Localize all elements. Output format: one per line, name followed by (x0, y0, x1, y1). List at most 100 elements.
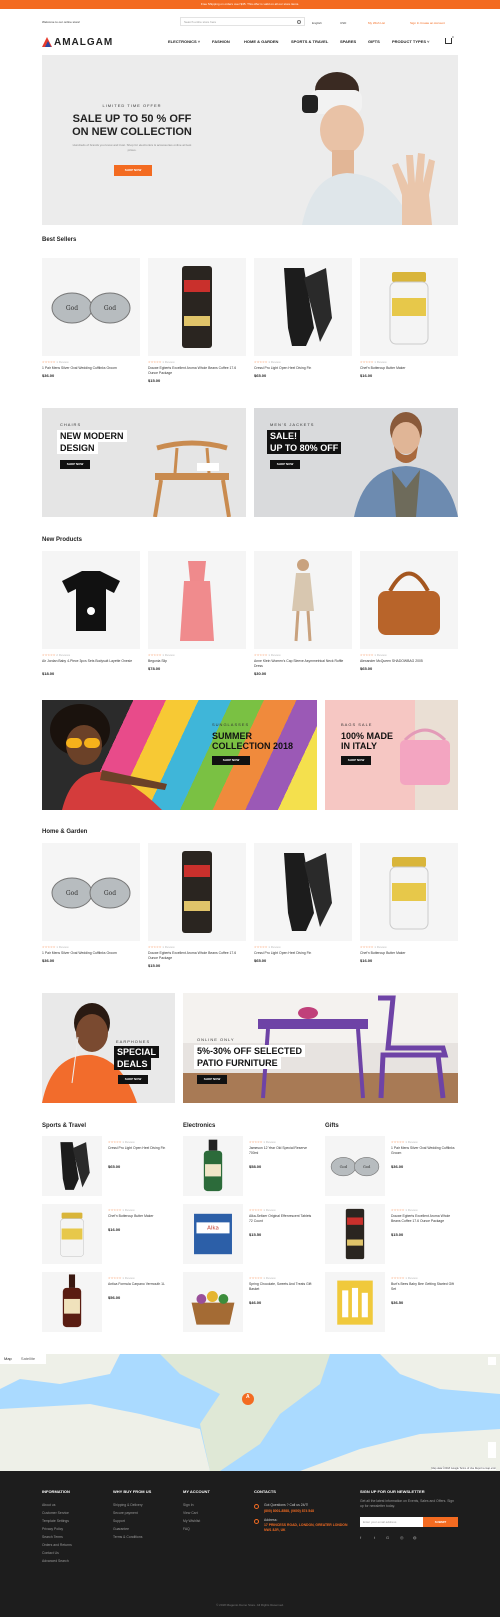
product-name[interactable]: Cressi Pro Light Open Heel Diving Fin (254, 951, 350, 956)
product-name[interactable]: Alexander McQueen SHADOWBAG 2005 (360, 659, 456, 664)
nav-home-garden[interactable]: HOME & GARDEN (244, 39, 278, 44)
newsletter-submit-button[interactable]: SUBMIT (423, 1517, 458, 1527)
banner-sunglasses[interactable]: SUNGLASSES SUMMER COLLECTION 2018 SHOP N… (42, 700, 317, 810)
column-product-item[interactable]: ☆☆☆☆☆ 1 Review Chef'n Buttercup Butter M… (42, 1204, 172, 1266)
product-name[interactable]: Anne Klein Women's Cap Sleeve Asymmetric… (254, 659, 350, 669)
banner-earphones[interactable]: EARPHONES SPECIAL DEALS SHOP NOW (42, 993, 175, 1103)
twitter-icon[interactable]: t (374, 1535, 379, 1540)
column-product-item[interactable]: God God ☆☆☆☆☆ 1 Review 1 Pair Mens Silver… (325, 1136, 455, 1198)
review-count[interactable]: 1 Review (122, 1276, 134, 1280)
dribbble-icon[interactable]: ◍ (413, 1535, 418, 1540)
review-count[interactable]: 1 Review (374, 360, 386, 364)
banner-jackets[interactable]: MEN'S JACKETS SALE! UP TO 80% OFF SHOP N… (254, 408, 458, 517)
product-image[interactable] (42, 1136, 102, 1196)
product-image[interactable] (148, 551, 246, 649)
product-image[interactable]: God God (42, 258, 140, 356)
review-count[interactable]: 1 Review (122, 1208, 134, 1212)
google-plus-icon[interactable]: G (386, 1535, 391, 1540)
hero-banner[interactable]: LIMITED TIME OFFER SALE UP TO 50 % OFF ON… (42, 55, 458, 225)
product-image[interactable] (360, 551, 458, 649)
review-count[interactable]: 1 Review (374, 945, 386, 949)
map-marker-label[interactable]: A (246, 1394, 250, 1400)
map-tab-map[interactable]: Map (4, 1356, 12, 1361)
language-select[interactable]: English (312, 21, 322, 25)
banner-chairs[interactable]: CHAIRS NEW MODERN DESIGN SHOP NOW (42, 408, 246, 517)
review-count[interactable]: 1 Review (263, 1140, 275, 1144)
product-image[interactable] (148, 843, 246, 941)
product-name[interactable]: Cressi Pro Light Open Heel Diving Fin (254, 366, 350, 371)
banner-chairs-shop-now-button[interactable]: SHOP NOW (60, 460, 90, 469)
banner-earphones-shop-now-button[interactable]: SHOP NOW (118, 1075, 148, 1084)
product-image[interactable] (183, 1136, 243, 1196)
nav-gifts[interactable]: GIFTS (368, 39, 380, 44)
product-name[interactable]: Douwe Egberts Excellent Aroma Whole Bean… (148, 366, 244, 376)
footer-link[interactable]: Guarantee (113, 1527, 129, 1531)
banner-bags[interactable]: BAGS SALE 100% MADE IN ITALY SHOP NOW (325, 700, 458, 810)
column-product-item[interactable]: ☆☆☆☆☆ 1 Review Burt's Bees Baby Bee Gett… (325, 1272, 455, 1334)
review-count[interactable]: 1 Review (162, 360, 174, 364)
column-product-item[interactable]: ☆☆☆☆☆ 1 Review Antica Formula Carpano Ve… (42, 1272, 172, 1334)
map-tab-satellite[interactable]: Satellite (21, 1356, 35, 1361)
review-count[interactable]: 1 Review (162, 653, 174, 657)
footer-link[interactable]: Shipping & Delivery (113, 1503, 143, 1507)
footer-link[interactable]: FAQ (183, 1527, 190, 1531)
product-image[interactable] (254, 843, 352, 941)
review-count[interactable]: 1 Review (56, 360, 68, 364)
map-fullscreen-icon[interactable] (488, 1357, 496, 1365)
review-count[interactable]: 1 Review (122, 1140, 134, 1144)
nav-spares[interactable]: SPARES (340, 39, 356, 44)
nav-fashion[interactable]: FASHION (212, 39, 230, 44)
footer-link[interactable]: Secure payment (113, 1511, 138, 1515)
product-name[interactable]: Alka-Seltzer Original Effervescent Table… (249, 1214, 313, 1224)
hero-shop-now-button[interactable]: SHOP NOW (114, 165, 152, 176)
product-image[interactable]: God God (42, 843, 140, 941)
product-name[interactable]: 1 Pair Mens Silver Oval Wedding Cufflink… (42, 366, 138, 371)
product-image[interactable] (325, 1204, 385, 1264)
wishlist-link[interactable]: My Wish List (368, 21, 385, 25)
search-icon[interactable] (297, 20, 301, 24)
review-count[interactable]: 1 Review (405, 1208, 417, 1212)
footer-link[interactable]: Template Settings (42, 1519, 69, 1523)
product-image[interactable] (148, 258, 246, 356)
product-image[interactable] (360, 843, 458, 941)
footer-link[interactable]: Terms & Conditions (113, 1535, 142, 1539)
product-name[interactable]: Antica Formula Carpano Vermouth 1L (108, 1282, 172, 1287)
column-product-item[interactable]: ☆☆☆☆☆ 1 Review Douwe Egberts Excellent A… (325, 1204, 455, 1266)
product-image[interactable]: God God (325, 1136, 385, 1196)
map-zoom-control[interactable] (488, 1442, 496, 1458)
product-image[interactable] (254, 551, 352, 649)
footer-phone[interactable]: (800) 8001-8588, (0600) 874 548 (264, 1509, 314, 1513)
product-name[interactable]: Chef'n Buttercup Butter Maker (360, 366, 456, 371)
product-name[interactable]: 1 Pair Mens Silver Oval Wedding Cufflink… (391, 1146, 455, 1156)
column-product-item[interactable]: Alka ☆☆☆☆☆ 1 Review Alka-Seltzer Origina… (183, 1204, 313, 1266)
banner-patio-shop-now-button[interactable]: SHOP NOW (197, 1075, 227, 1084)
product-name[interactable]: Burt's Bees Baby Bee Getting Started Gif… (391, 1282, 455, 1292)
review-count[interactable]: 2 Reviews (56, 653, 70, 657)
product-image[interactable]: Alka (183, 1204, 243, 1264)
footer-link[interactable]: Privacy Policy (42, 1527, 63, 1531)
column-product-item[interactable]: ☆☆☆☆☆ 1 Review Spring Chocolate, Sweets … (183, 1272, 313, 1334)
review-count[interactable]: 1 Review (268, 653, 280, 657)
facebook-icon[interactable]: f (360, 1535, 365, 1540)
footer-link[interactable]: Orders and Returns (42, 1543, 72, 1547)
banner-jackets-shop-now-button[interactable]: SHOP NOW (270, 460, 300, 469)
product-image[interactable] (360, 258, 458, 356)
review-count[interactable]: 1 Review (405, 1276, 417, 1280)
product-image[interactable] (42, 551, 140, 649)
product-name[interactable]: Cressi Pro Light Open Heel Diving Fin (108, 1146, 172, 1151)
product-name[interactable]: Jameson 12 Year Old Special Reserve 700m… (249, 1146, 313, 1156)
currency-select[interactable]: USD (340, 21, 346, 25)
column-product-item[interactable]: ☆☆☆☆☆ 1 Review Cressi Pro Light Open Hee… (42, 1136, 172, 1198)
nav-product-types[interactable]: PRODUCT TYPES ˅ (392, 39, 429, 44)
newsletter-email-input[interactable]: Enter your email address (360, 1517, 423, 1527)
footer-link[interactable]: Contact Us (42, 1551, 59, 1555)
product-image[interactable] (42, 1204, 102, 1264)
product-name[interactable]: Chef'n Buttercup Butter Maker (108, 1214, 172, 1219)
footer-link[interactable]: Search Terms (42, 1535, 63, 1539)
review-count[interactable]: 1 Review (268, 360, 280, 364)
footer-link[interactable]: Advanced Search (42, 1559, 69, 1563)
nav-electronics[interactable]: ELECTRONICS ˅ (168, 39, 200, 44)
nav-sports-travel[interactable]: SPORTS & TRAVEL (291, 39, 328, 44)
review-count[interactable]: 1 Review (405, 1140, 417, 1144)
product-image[interactable] (42, 1272, 102, 1332)
